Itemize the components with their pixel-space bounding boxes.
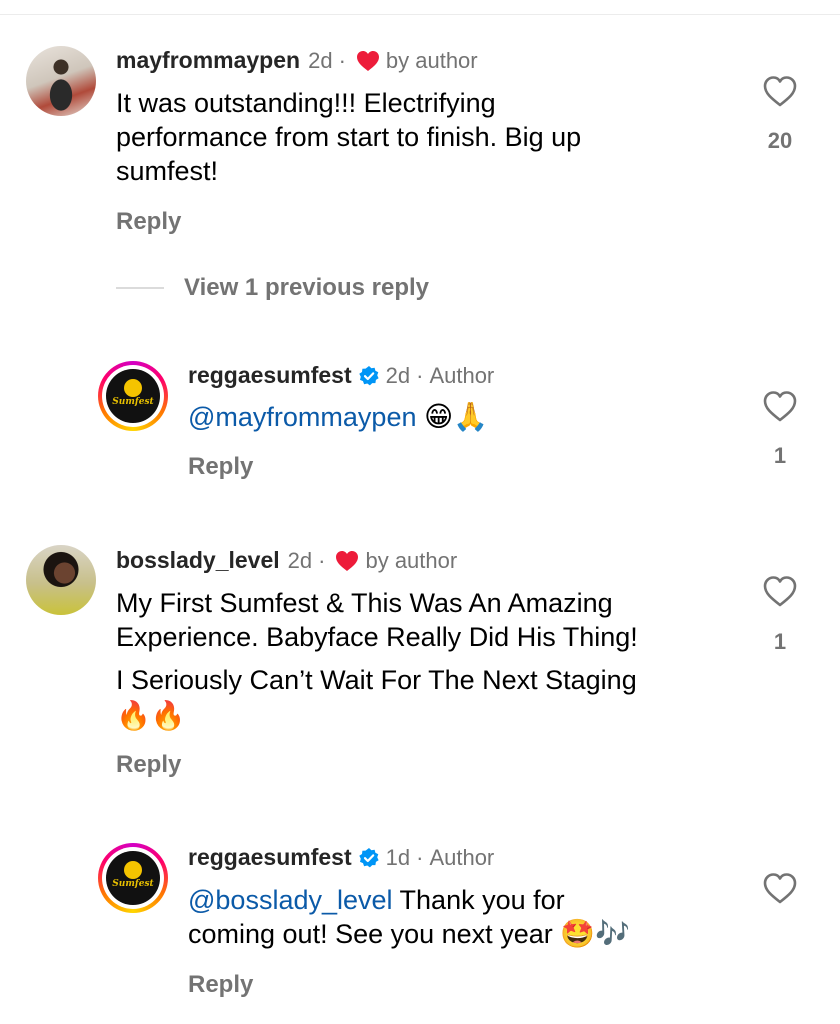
reply-button[interactable]: Reply [116, 208, 181, 236]
liked-by-author-label: by author [385, 47, 478, 73]
comment-text-line: sumfest! [116, 156, 219, 186]
verified-badge-icon [358, 847, 379, 867]
liked-by-author-label: by author [365, 547, 458, 573]
heart-outline-icon[interactable] [762, 74, 798, 108]
verified-badge-icon [358, 365, 379, 385]
heart-outline-icon[interactable] [762, 389, 798, 423]
view-previous-replies-button[interactable]: View 1 previous reply [184, 274, 429, 302]
reply-emojis: 🤩🎶 [560, 918, 630, 949]
heart-outline-icon[interactable] [762, 871, 798, 905]
sumfest-logo-icon: Sumfest [106, 369, 160, 423]
sumfest-logo-icon: Sumfest [106, 851, 160, 905]
like-count: 1 [773, 629, 787, 654]
view-replies-line [116, 287, 164, 289]
avatar[interactable] [26, 46, 96, 116]
reply-text: @bosslady_level Thank you for coming out… [188, 883, 630, 951]
comment-text-line: I Seriously Can’t Wait For The Next Stag… [116, 665, 637, 695]
comment-meta: bosslady_level 2d · by author [116, 547, 457, 574]
dot-separator: · [416, 362, 424, 388]
comment-time: 2d [308, 47, 333, 73]
reply-button[interactable]: Reply [188, 971, 253, 999]
dot-separator: · [416, 844, 424, 870]
reply-button[interactable]: Reply [188, 453, 253, 481]
comment-username[interactable]: mayfrommaypen [116, 47, 300, 74]
comment-text-line: My First Sumfest & This Was An Amazing [116, 588, 613, 618]
comment-text: My First Sumfest & This Was An Amazing E… [116, 586, 638, 733]
author-label: Author [429, 362, 495, 388]
like-count: 1 [773, 443, 787, 468]
comment-text-line: Experience. Babyface Really Did His Thin… [116, 622, 638, 652]
reply-text-part: Thank you for [392, 885, 565, 915]
author-label: Author [429, 844, 495, 870]
author-avatar[interactable]: Sumfest [98, 843, 168, 913]
dot-separator: · [318, 547, 326, 573]
reply-username[interactable]: reggaesumfest [188, 844, 352, 871]
top-divider [0, 14, 840, 15]
dot-separator: · [338, 47, 346, 73]
reply-time: 2d [385, 362, 411, 388]
heart-filled-icon [356, 50, 379, 71]
reply-time: 1d [385, 844, 411, 870]
reply-button[interactable]: Reply [116, 751, 181, 779]
comment-text-line: It was outstanding!!! Electrifying [116, 88, 496, 118]
reply-meta: reggaesumfest 1d · Author [188, 844, 494, 871]
mention-link[interactable]: @bosslady_level [188, 885, 393, 915]
comment-text: It was outstanding!!! Electrifying perfo… [116, 86, 581, 188]
comment-emojis: 🔥🔥 [116, 700, 186, 731]
reply-emojis: 😁🙏 [424, 401, 489, 432]
reply-text: @mayfrommaypen 😁🙏 [188, 400, 488, 434]
reply-meta: reggaesumfest 2d · Author [188, 362, 494, 389]
like-count: 20 [767, 128, 793, 153]
comment-time: 2d [287, 547, 313, 573]
reply-username[interactable]: reggaesumfest [188, 362, 352, 389]
reply-text-line: coming out! See you next year [188, 919, 561, 949]
heart-outline-icon[interactable] [762, 574, 798, 608]
avatar[interactable] [26, 545, 96, 615]
comment-username[interactable]: bosslady_level [116, 547, 280, 574]
comment-meta: mayfrommaypen 2d · by author [116, 47, 478, 74]
comment-text-line: performance from start to finish. Big up [116, 122, 582, 152]
author-avatar[interactable]: Sumfest [98, 361, 168, 431]
mention-link[interactable]: @mayfrommaypen [188, 402, 416, 432]
heart-filled-icon [336, 550, 359, 571]
